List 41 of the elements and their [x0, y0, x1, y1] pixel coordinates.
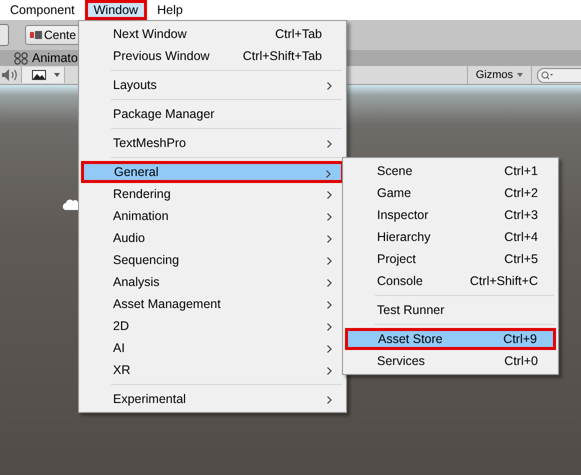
menu-item[interactable]: Next Window Ctrl+Tab — [81, 23, 344, 45]
gizmos-dropdown[interactable]: Gizmos — [466, 66, 532, 84]
pivot-icon — [30, 31, 42, 39]
image-icon — [32, 70, 46, 80]
menu-item[interactable]: Rendering — [81, 183, 344, 205]
menu-bar-item[interactable]: Help — [149, 0, 191, 20]
menu-item[interactable]: AI — [81, 337, 344, 359]
menu-item[interactable]: Hierarchy Ctrl+4 — [345, 226, 556, 248]
menu-bar-item[interactable]: Window — [84, 0, 148, 20]
menu-item[interactable]: Asset Management — [81, 293, 344, 315]
menu-item[interactable]: Audio — [81, 227, 344, 249]
menu-item[interactable]: Scene Ctrl+1 — [345, 160, 556, 182]
menu-item[interactable]: Animation — [81, 205, 344, 227]
search-icon — [541, 70, 553, 80]
menu-item[interactable]: Previous Window Ctrl+Shift+Tab — [81, 45, 344, 67]
menu-item[interactable]: XR — [81, 359, 344, 381]
menu-item[interactable]: Game Ctrl+2 — [345, 182, 556, 204]
menu-item[interactable]: General — [81, 161, 344, 183]
menu-item[interactable]: Layouts — [81, 74, 344, 96]
caret-icon — [54, 73, 60, 77]
menu-item[interactable]: Package Manager — [81, 103, 344, 125]
nodes-icon — [14, 52, 28, 64]
caret-icon — [517, 73, 523, 77]
menu-item[interactable]: Services Ctrl+0 — [345, 350, 556, 372]
search-field[interactable] — [537, 68, 581, 82]
menu-item[interactable]: Test Runner — [345, 299, 556, 321]
menu-item[interactable]: Inspector Ctrl+3 — [345, 204, 556, 226]
menu-item[interactable]: TextMeshPro — [81, 132, 344, 154]
animator-tab[interactable]: Animato — [14, 51, 78, 65]
menu-bar-item[interactable]: Component — [2, 0, 83, 20]
menu-item[interactable]: Sequencing — [81, 249, 344, 271]
menu-item[interactable]: Project Ctrl+5 — [345, 248, 556, 270]
render-mode-dropdown[interactable] — [21, 67, 65, 83]
toolbar-button[interactable] — [0, 24, 9, 46]
speaker-icon[interactable] — [1, 68, 19, 82]
menu-item[interactable]: Asset Store Ctrl+9 — [345, 328, 556, 350]
menu-item[interactable]: Analysis — [81, 271, 344, 293]
cloud-icon — [61, 197, 79, 213]
menu-item[interactable]: Console Ctrl+Shift+C — [345, 270, 556, 292]
menu-item[interactable]: 2D — [81, 315, 344, 337]
menu-item[interactable]: Experimental — [81, 388, 344, 410]
